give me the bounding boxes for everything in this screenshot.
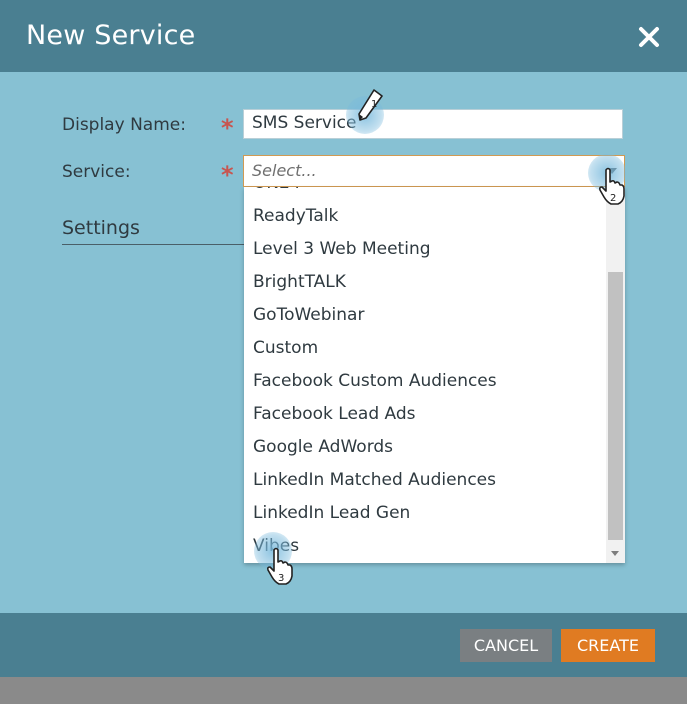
service-select[interactable]: Select... — [243, 155, 625, 187]
create-button[interactable]: CREATE — [561, 629, 655, 662]
settings-heading: Settings — [62, 217, 140, 239]
dropdown-scrollbar[interactable] — [606, 187, 625, 563]
service-dropdown-list[interactable]: ON24 ReadyTalk Level 3 Web Meeting Brigh… — [244, 187, 625, 563]
step-1-number: 1 — [371, 99, 377, 110]
dropdown-option-brighttalk[interactable]: BrightTALK — [244, 266, 604, 299]
dropdown-option-gotowebinar[interactable]: GoToWebinar — [244, 299, 604, 332]
dropdown-option-google-adwords[interactable]: Google AdWords — [244, 431, 604, 464]
hand-cursor-icon: 3 — [266, 547, 293, 585]
dialog-footer: CANCEL CREATE — [0, 613, 687, 677]
dropdown-option-linkedin-lead-gen[interactable]: LinkedIn Lead Gen — [244, 497, 604, 530]
dropdown-option-vibes[interactable]: Vibes — [244, 530, 604, 563]
dialog-title: New Service — [26, 20, 196, 51]
new-service-dialog: New Service Display Name: * SMS Service … — [0, 0, 687, 677]
cancel-button[interactable]: CANCEL — [460, 629, 552, 662]
dropdown-option-facebook-custom-audiences[interactable]: Facebook Custom Audiences — [244, 365, 604, 398]
scroll-down-icon[interactable] — [611, 551, 619, 556]
scrollbar-thumb[interactable] — [608, 272, 623, 540]
display-name-label: Display Name: — [62, 115, 186, 135]
required-marker: * — [221, 114, 234, 142]
service-placeholder: Select... — [252, 161, 317, 180]
dropdown-option-readytalk[interactable]: ReadyTalk — [244, 200, 604, 233]
settings-divider — [62, 244, 262, 245]
dialog-header: New Service — [0, 0, 687, 72]
dropdown-option-linkedin-matched-audiences[interactable]: LinkedIn Matched Audiences — [244, 464, 604, 497]
dropdown-option-level3[interactable]: Level 3 Web Meeting — [244, 233, 604, 266]
required-marker: * — [221, 161, 234, 189]
pencil-icon: 1 — [358, 89, 383, 121]
dropdown-option-on24[interactable]: ON24 — [244, 187, 604, 200]
step-2-number: 2 — [610, 193, 616, 204]
hand-cursor-icon: 2 — [598, 167, 625, 205]
service-label: Service: — [62, 162, 131, 182]
close-icon[interactable] — [636, 24, 662, 50]
display-name-input[interactable]: SMS Service — [243, 109, 623, 139]
dropdown-options: ON24 ReadyTalk Level 3 Web Meeting Brigh… — [244, 187, 604, 563]
dropdown-option-custom[interactable]: Custom — [244, 332, 604, 365]
dropdown-option-facebook-lead-ads[interactable]: Facebook Lead Ads — [244, 398, 604, 431]
step-3-number: 3 — [278, 573, 284, 584]
